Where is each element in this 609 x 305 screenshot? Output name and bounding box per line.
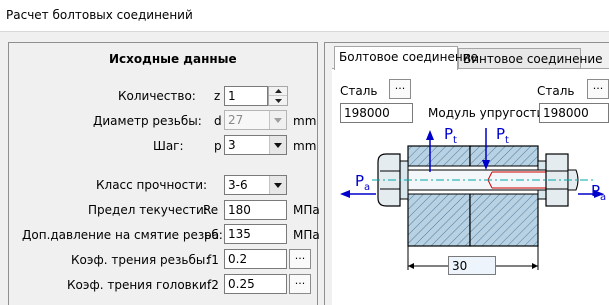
grip-length-input[interactable]: 30 <box>448 256 496 275</box>
thread-diameter-select: 27 <box>224 110 287 130</box>
spinner-down-icon[interactable] <box>269 96 287 105</box>
strength-class-select[interactable]: 3-6 <box>224 175 287 195</box>
pitch-select[interactable]: 3 <box>224 135 287 155</box>
strength-class-value: 3-6 <box>228 178 248 192</box>
window-title: Расчет болтовых соединений <box>6 8 193 22</box>
thread-friction-input[interactable]: 0.2 <box>224 249 287 269</box>
bearing-pressure-input[interactable]: 135 <box>224 224 287 244</box>
quantity-spinner[interactable] <box>268 86 288 106</box>
yield-strength-input[interactable]: 180 <box>224 200 287 220</box>
tab-bolt-connection[interactable]: Болтовое соединение <box>334 46 478 70</box>
force-pt-right-label: Pt <box>496 125 509 146</box>
pitch-symbol: p <box>214 139 222 153</box>
quantity-input[interactable]: 1 <box>224 86 268 106</box>
thread-diameter-unit: mm <box>293 114 317 128</box>
force-pa-left-label: Pa <box>355 172 371 193</box>
force-pt-left-label: Pt <box>444 125 457 146</box>
force-pa-right-label: Pa <box>591 182 607 203</box>
strength-class-label: Класс прочности: <box>96 178 208 192</box>
window-titlebar: Расчет болтовых соединений <box>0 0 609 32</box>
pitch-unit: mm <box>293 139 317 153</box>
chevron-down-icon[interactable] <box>269 176 286 194</box>
left-modulus-input[interactable]: 198000 <box>340 103 413 123</box>
right-material-button[interactable]: ... <box>587 79 609 99</box>
input-panel-heading: Исходные данные <box>109 52 237 66</box>
yield-strength-label: Предел текучести: <box>88 203 208 217</box>
chevron-down-icon <box>269 111 286 129</box>
thread-friction-symbol: f1 <box>207 253 219 267</box>
bearing-pressure-label: Доп.давление на смятие резьб: <box>22 228 223 242</box>
quantity-label: Количество: <box>118 89 196 103</box>
thread-diameter-value: 27 <box>228 113 244 127</box>
pitch-value: 3 <box>228 138 236 152</box>
pitch-label: Шаг: <box>153 139 184 153</box>
bearing-pressure-symbol: pa <box>204 228 219 242</box>
chevron-down-icon[interactable] <box>269 136 286 154</box>
head-friction-label: Коэф. трения головки: <box>67 278 211 292</box>
thread-diameter-symbol: d <box>214 114 222 128</box>
yield-strength-symbol: Re <box>203 203 219 217</box>
thread-friction-more-button[interactable]: ... <box>289 249 311 269</box>
thread-friction-label: Коэф. трения резьбы: <box>71 253 210 267</box>
head-friction-symbol: f2 <box>207 278 219 292</box>
spinner-up-icon[interactable] <box>269 87 287 96</box>
bearing-pressure-unit: МПа <box>293 228 320 242</box>
clamped-plates <box>407 145 539 247</box>
modulus-label: Модуль упругости <box>428 106 545 120</box>
yield-strength-unit: МПа <box>293 203 320 217</box>
bolt-joint-diagram <box>340 128 604 270</box>
thread-diameter-label: Диаметр резьбы: <box>93 114 202 128</box>
head-friction-more-button[interactable]: ... <box>289 274 311 294</box>
right-modulus-input[interactable]: 198000 <box>539 103 609 123</box>
left-material-label: Сталь <box>340 84 378 98</box>
quantity-symbol: z <box>214 89 221 103</box>
left-material-button[interactable]: ... <box>389 79 411 99</box>
right-material-label: Сталь <box>537 84 575 98</box>
head-friction-input[interactable]: 0.25 <box>224 274 287 294</box>
